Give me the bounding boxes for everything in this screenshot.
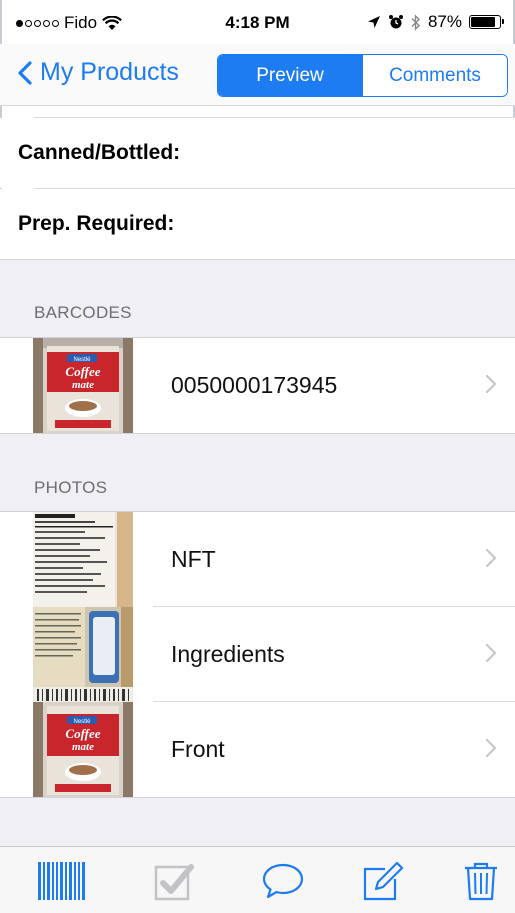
svg-text:Coffee: Coffee [65,364,100,379]
barcode-button[interactable] [37,861,87,901]
nutrition-facts-thumbnail [33,512,133,607]
photo-label-front: Front [171,736,225,762]
checkmark-icon [154,864,194,901]
barcode-row[interactable]: Nestlé Coffee mate 0050000173945 [0,338,515,433]
edit-icon [363,861,404,901]
chevron-right-icon [485,643,497,663]
front-photo-thumbnail: Nestlé Coffee mate [33,702,133,797]
canned-bottled-label: Canned/Bottled: [18,141,181,164]
chevron-right-icon [485,374,497,394]
back-button-label: My Products [40,58,179,86]
delete-button[interactable] [456,861,506,901]
svg-text:mate: mate [72,741,94,753]
barcodes-section-header: BARCODES [0,260,515,337]
photos-header-label: PHOTOS [34,478,108,497]
svg-text:Nestlé: Nestlé [73,719,91,725]
comment-button[interactable] [258,861,308,901]
photo-row-nft[interactable]: NFT [0,512,515,607]
comment-bubble-icon [262,863,304,899]
view-segmented-control: Preview Comments [217,54,508,97]
photo-label-nft: NFT [171,546,216,572]
trash-icon [465,862,497,901]
photo-row-ingredients[interactable]: Ingredients [0,607,515,702]
prep-required-row: Prep. Required: [0,189,515,259]
bluetooth-icon [411,13,420,31]
barcode-icon [38,862,85,900]
alarm-clock-icon [388,15,403,29]
prep-required-label: Prep. Required: [18,212,175,235]
svg-text:Nestlé: Nestlé [73,357,91,363]
photo-row-front[interactable]: Nestlé Coffee mate Front [0,702,515,797]
segment-preview[interactable]: Preview [218,55,362,96]
svg-text:Coffee: Coffee [65,726,100,741]
segment-comments[interactable]: Comments [362,55,507,96]
battery-level [471,17,496,27]
barcode-value: 0050000173945 [171,372,338,398]
navigation-bar: My Products Preview Comments [0,44,515,106]
canned-bottled-row: Canned/Bottled: [0,118,515,188]
location-arrow-icon [367,16,380,28]
chevron-right-icon [485,738,497,758]
photo-label-ingredients: Ingredients [171,641,285,667]
svg-text:mate: mate [72,379,94,391]
chevron-right-icon [485,548,497,568]
bottom-group-spacing [0,798,515,846]
chevron-left-icon [18,60,32,85]
check-button[interactable] [150,861,200,901]
bottom-toolbar [0,846,515,913]
status-right-group: 87% [367,12,504,32]
photos-section-header: PHOTOS [0,434,515,511]
battery-percent: 87% [427,12,462,31]
barcodes-header-label: BARCODES [34,303,132,322]
battery-icon [469,15,504,29]
ingredients-thumbnail [33,607,133,702]
back-button[interactable]: My Products [18,58,179,87]
status-bar: Fido 4:18 PM 87% [0,0,515,44]
edit-button[interactable] [358,861,408,901]
coffee-mate-thumbnail: Nestlé Coffee mate [33,338,133,433]
